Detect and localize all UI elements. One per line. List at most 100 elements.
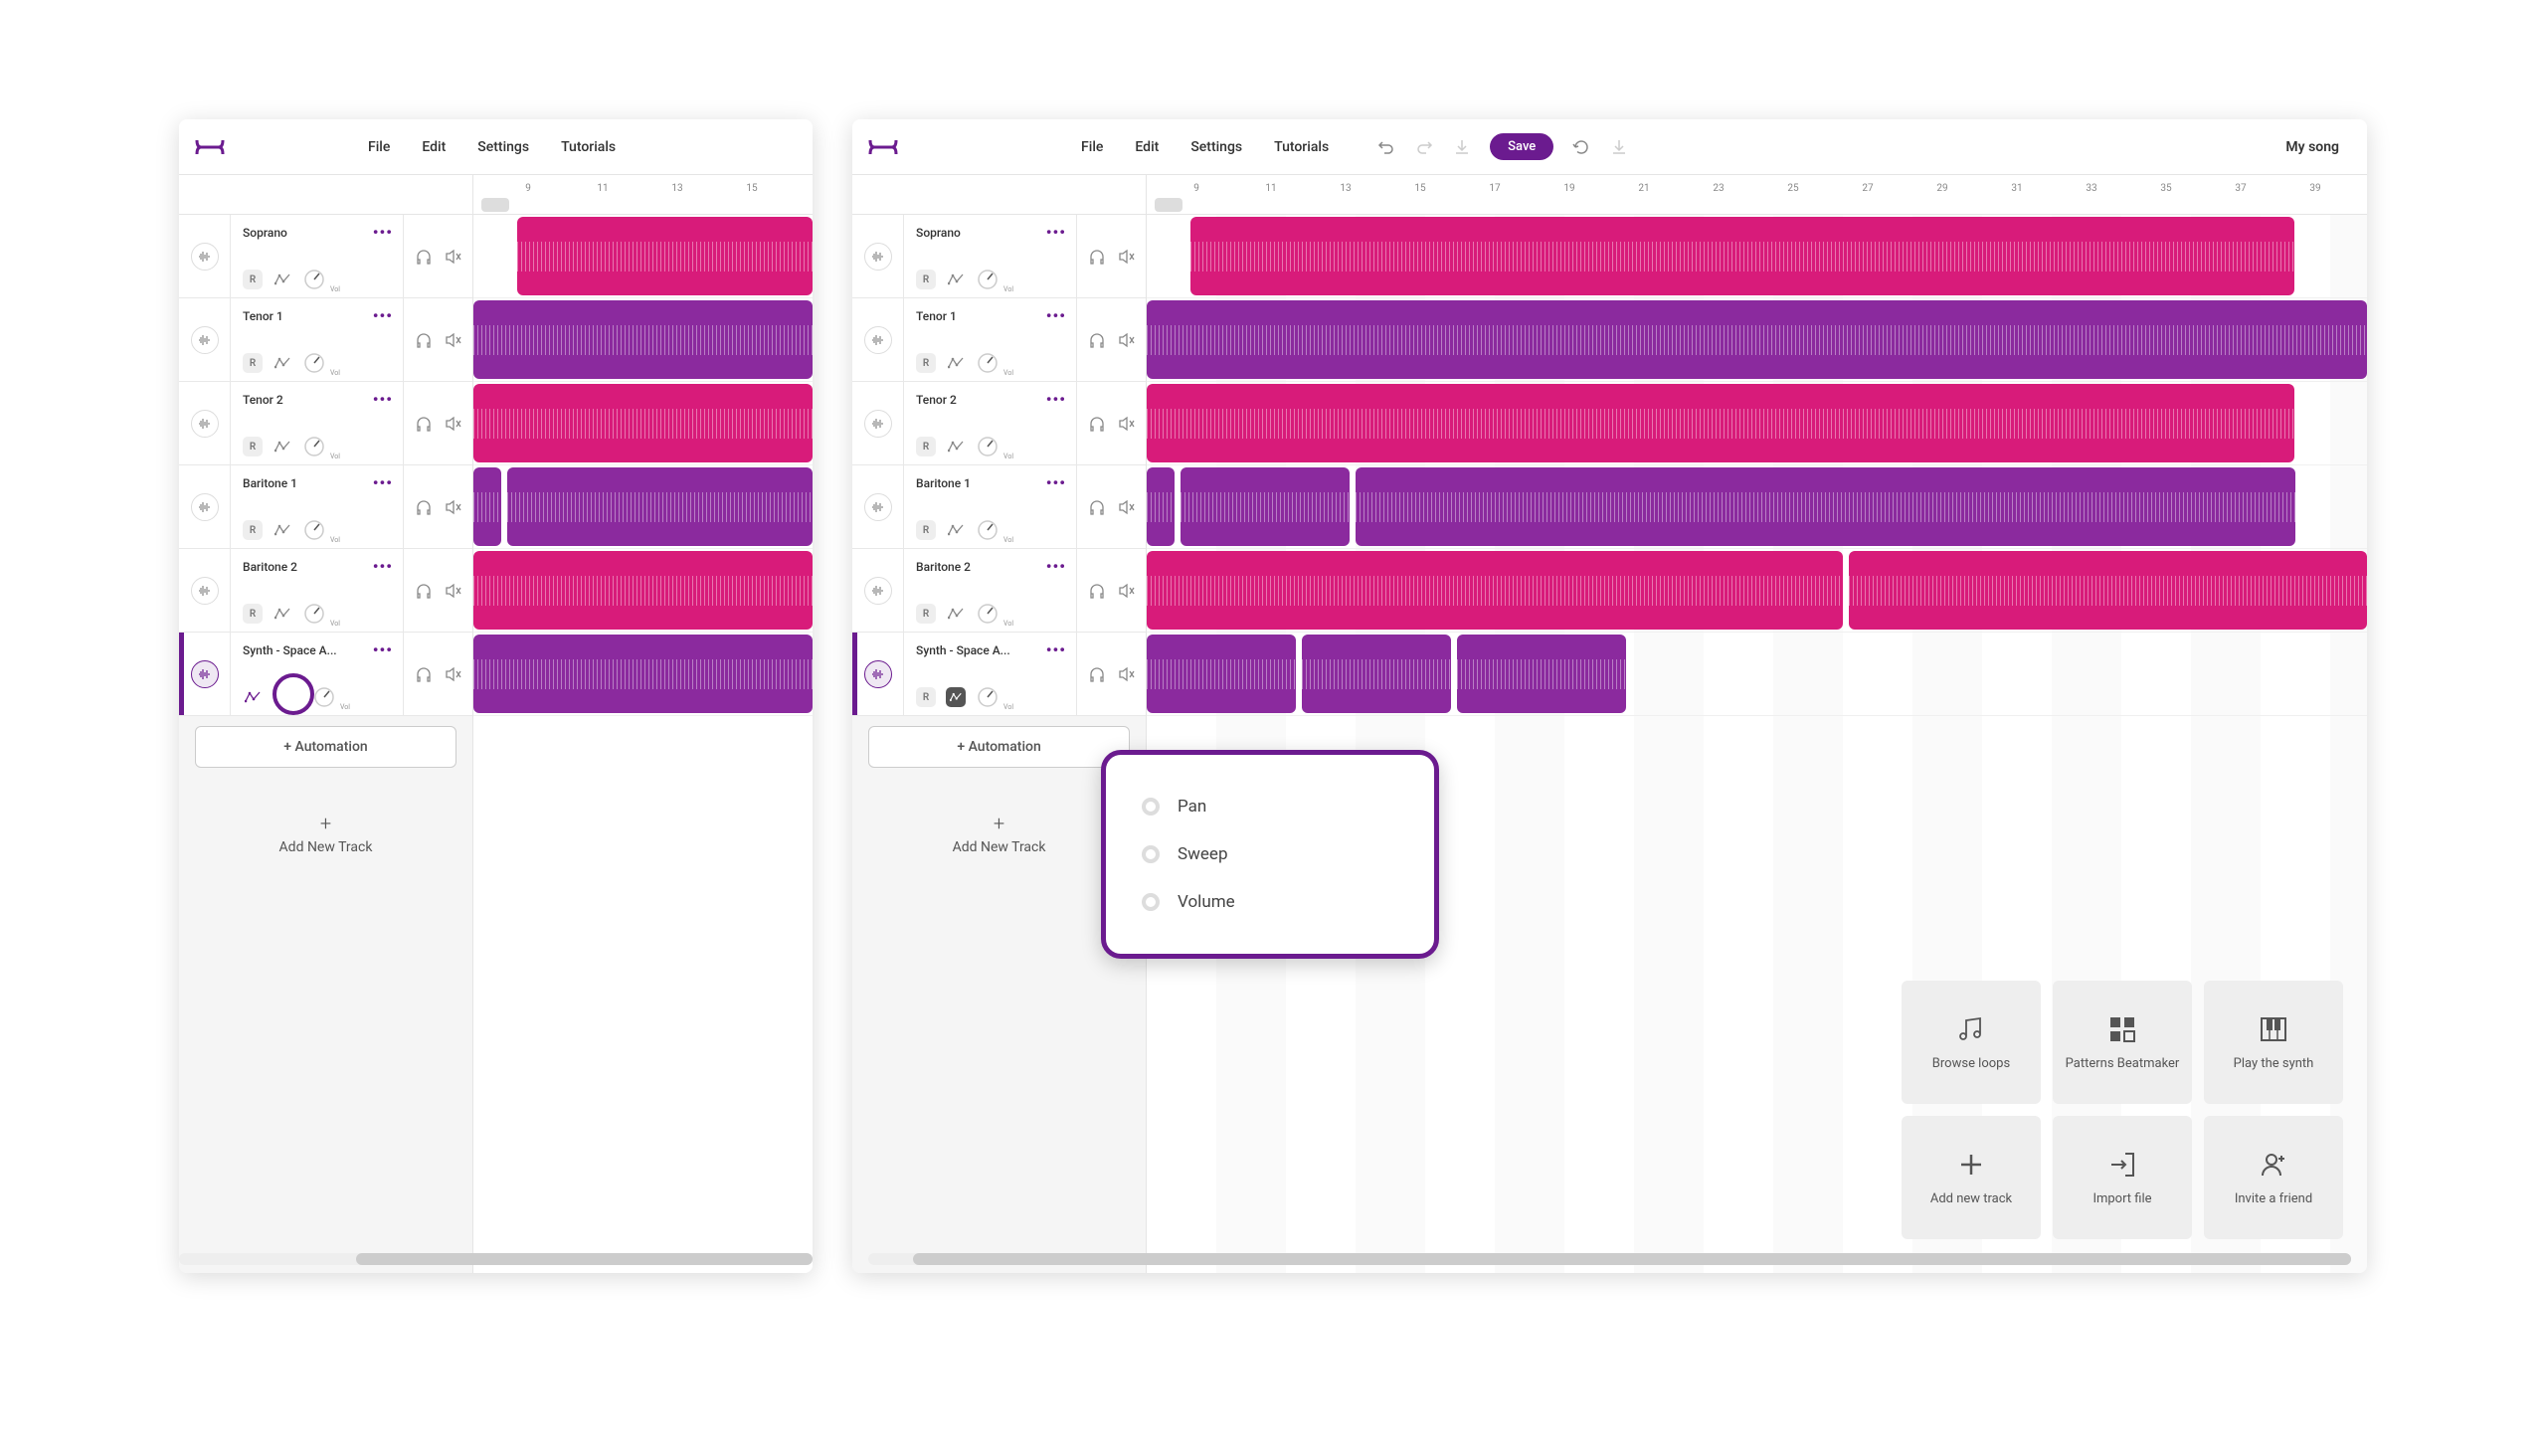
track-menu-icon[interactable]: ••• — [1046, 223, 1066, 242]
menu-edit[interactable]: Edit — [422, 139, 446, 155]
automation-icon[interactable] — [946, 604, 966, 624]
mute-icon[interactable] — [1118, 498, 1136, 516]
record-toggle[interactable]: R — [243, 520, 263, 540]
menu-edit[interactable]: Edit — [1135, 139, 1159, 155]
mute-icon[interactable] — [445, 248, 462, 266]
action-play-synth[interactable]: Play the synth — [2204, 981, 2343, 1104]
mute-icon[interactable] — [445, 582, 462, 600]
volume-knob[interactable]: Vol — [312, 685, 336, 709]
headphones-icon[interactable] — [415, 498, 433, 516]
track-row[interactable]: Baritone 2••• R Vol — [179, 549, 472, 633]
redo-icon[interactable] — [1414, 137, 1434, 157]
audio-clip[interactable] — [1181, 467, 1350, 546]
track-menu-icon[interactable]: ••• — [373, 223, 393, 242]
timeline-ruler[interactable]: 9 11 13 15 17 19 21 23 25 27 29 31 33 35… — [1147, 175, 2367, 215]
automation-icon[interactable] — [273, 353, 292, 373]
waveform-icon[interactable] — [191, 660, 219, 688]
automation-icon[interactable] — [946, 437, 966, 456]
waveform-icon[interactable] — [864, 577, 892, 605]
popup-option-pan[interactable]: Pan — [1134, 783, 1406, 830]
headphones-icon[interactable] — [415, 331, 433, 349]
waveform-icon[interactable] — [191, 410, 219, 438]
track-menu-icon[interactable]: ••• — [373, 640, 393, 659]
headphones-icon[interactable] — [415, 248, 433, 266]
audio-clip[interactable] — [507, 467, 813, 546]
record-toggle[interactable]: R — [916, 604, 936, 624]
headphones-icon[interactable] — [1088, 248, 1106, 266]
horizontal-scrollbar[interactable] — [473, 1253, 813, 1265]
track-menu-icon[interactable]: ••• — [1046, 390, 1066, 409]
mute-icon[interactable] — [445, 665, 462, 683]
audio-clip[interactable] — [1356, 467, 2295, 546]
audio-clip[interactable] — [1190, 217, 2294, 295]
app-logo[interactable] — [195, 137, 225, 157]
horizontal-scrollbar[interactable] — [1147, 1253, 2351, 1265]
action-import-file[interactable]: Import file — [2053, 1116, 2192, 1239]
record-toggle[interactable]: R — [916, 353, 936, 373]
mute-icon[interactable] — [445, 498, 462, 516]
undo-icon[interactable] — [1376, 137, 1396, 157]
playhead-handle[interactable] — [481, 198, 509, 212]
audio-clip[interactable] — [1147, 635, 1296, 713]
waveform-icon[interactable] — [864, 326, 892, 354]
audio-clip[interactable] — [473, 467, 501, 546]
record-toggle[interactable]: R — [916, 270, 936, 289]
automation-icon[interactable] — [273, 270, 292, 289]
record-toggle[interactable]: R — [243, 270, 263, 289]
headphones-icon[interactable] — [1088, 415, 1106, 433]
volume-knob[interactable]: Vol — [976, 685, 1000, 709]
track-row[interactable]: Baritone 2••• R Vol — [852, 549, 1146, 633]
waveform-icon[interactable] — [191, 326, 219, 354]
audio-clip[interactable] — [1147, 467, 1175, 546]
add-automation-button[interactable]: + Automation — [195, 726, 456, 768]
volume-knob[interactable]: Vol — [976, 435, 1000, 458]
track-row[interactable]: Baritone 1••• R Vol — [179, 465, 472, 549]
track-menu-icon[interactable]: ••• — [373, 557, 393, 576]
track-row[interactable]: Tenor 2••• R Vol — [852, 382, 1146, 465]
refresh-icon[interactable] — [1571, 137, 1591, 157]
menu-file[interactable]: File — [368, 139, 390, 155]
track-row[interactable]: Tenor 1••• R Vol — [179, 298, 472, 382]
popup-option-sweep[interactable]: Sweep — [1134, 830, 1406, 878]
automation-icon[interactable] — [946, 270, 966, 289]
scroll-thumb[interactable] — [473, 1253, 813, 1265]
track-menu-icon[interactable]: ••• — [1046, 557, 1066, 576]
track-row[interactable]: Baritone 1••• R Vol — [852, 465, 1146, 549]
playhead-handle[interactable] — [1155, 198, 1182, 212]
volume-knob[interactable]: Vol — [302, 602, 326, 626]
volume-knob[interactable]: Vol — [302, 435, 326, 458]
automation-icon[interactable] — [946, 520, 966, 540]
headphones-icon[interactable] — [415, 582, 433, 600]
automation-icon[interactable] — [273, 437, 292, 456]
automation-icon[interactable] — [946, 353, 966, 373]
mute-icon[interactable] — [445, 415, 462, 433]
mute-icon[interactable] — [1118, 248, 1136, 266]
mute-icon[interactable] — [1118, 665, 1136, 683]
add-automation-button[interactable]: + Automation — [868, 726, 1130, 768]
audio-clip[interactable] — [1457, 635, 1626, 713]
download-icon[interactable] — [1452, 137, 1472, 157]
mute-icon[interactable] — [1118, 582, 1136, 600]
record-toggle[interactable]: R — [243, 437, 263, 456]
volume-knob[interactable]: Vol — [302, 268, 326, 291]
track-menu-icon[interactable]: ••• — [1046, 640, 1066, 659]
mute-icon[interactable] — [1118, 331, 1136, 349]
audio-clip[interactable] — [473, 635, 813, 713]
audio-clip[interactable] — [1849, 551, 2367, 630]
headphones-icon[interactable] — [415, 665, 433, 683]
action-add-track[interactable]: Add new track — [1902, 1116, 2041, 1239]
download-icon-2[interactable] — [1609, 137, 1629, 157]
waveform-icon[interactable] — [864, 243, 892, 271]
automation-icon[interactable] — [273, 604, 292, 624]
mute-icon[interactable] — [445, 331, 462, 349]
timeline-area[interactable]: 9 11 13 15 — [473, 175, 813, 1273]
track-row-selected[interactable]: Synth - Space A...••• R Vol — [852, 633, 1146, 716]
volume-knob[interactable]: Vol — [976, 518, 1000, 542]
action-patterns-beatmaker[interactable]: Patterns Beatmaker — [2053, 981, 2192, 1104]
headphones-icon[interactable] — [1088, 665, 1106, 683]
menu-tutorials[interactable]: Tutorials — [1274, 139, 1329, 155]
audio-clip[interactable] — [473, 551, 813, 630]
headphones-icon[interactable] — [1088, 498, 1106, 516]
record-toggle[interactable]: R — [916, 687, 936, 707]
volume-knob[interactable]: Vol — [302, 351, 326, 375]
